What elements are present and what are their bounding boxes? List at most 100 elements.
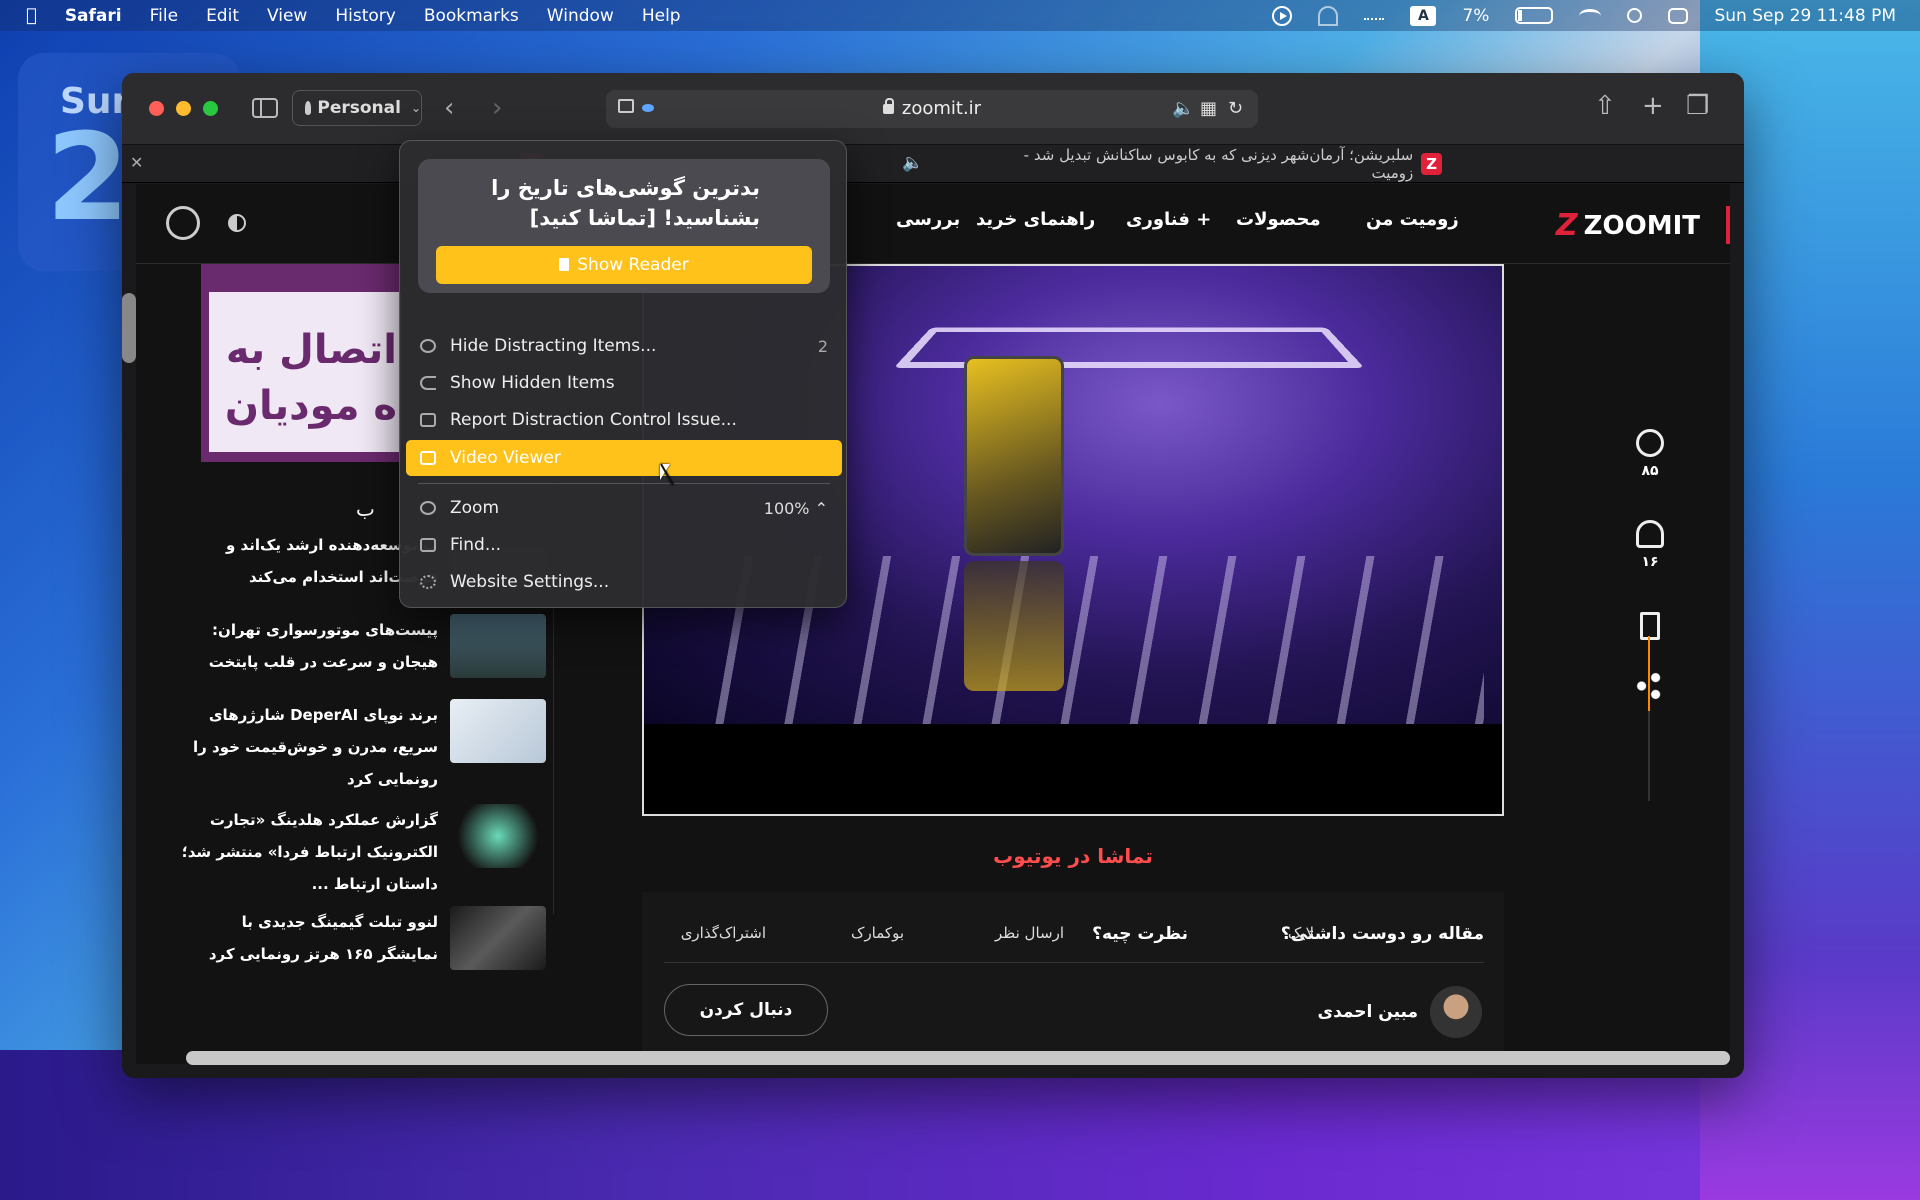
battery-icon[interactable]	[1515, 7, 1554, 24]
bookmark-button[interactable]: بوکمارک	[851, 924, 904, 942]
menu-count: 2	[817, 336, 828, 356]
news-item[interactable]: لنوو تبلت گیمینگ جدیدی با نمایشگر ۱۶۵ هر…	[176, 906, 546, 986]
tab-bar: ✕ Z یت 🔈 Z سلبریشن؛ آرمان‌شهر دیزنی که ب…	[122, 145, 1744, 183]
nav-buying-guide[interactable]: راهنمای خرید	[976, 209, 1095, 230]
share-button[interactable]: اشتراک‌گذاری	[681, 924, 766, 942]
send-comment-button[interactable]: ارسال نظر	[995, 924, 1064, 942]
news-item[interactable]: پیست‌های موتورسواری تهران: هیجان و سرعت …	[176, 614, 546, 694]
menu-show-hidden[interactable]: Show Hidden Items	[406, 365, 842, 401]
video-phone-reflection	[964, 561, 1064, 691]
address-bar[interactable]: zoomit.ir 🔈 ▦ ↻	[606, 90, 1258, 128]
brand-accent-bar	[1726, 206, 1730, 244]
now-playing-icon[interactable]	[1272, 5, 1293, 26]
menu-bookmarks[interactable]: Bookmarks	[424, 6, 519, 26]
share-rail-button[interactable]	[1630, 672, 1670, 700]
reading-progress	[1648, 636, 1650, 801]
back-icon[interactable]: ‹	[444, 93, 454, 123]
menu-report-issue[interactable]: Report Distraction Control Issue...	[406, 402, 842, 438]
site-logo[interactable]: Z ZOOMIT	[1556, 208, 1700, 243]
airdrop-icon[interactable]	[1318, 5, 1339, 26]
menu-video-viewer[interactable]: Video Viewer	[406, 440, 842, 476]
new-tab-icon[interactable]: +	[1642, 91, 1664, 121]
share-icon[interactable]: ⇧	[1594, 91, 1616, 121]
nav-reviews[interactable]: بررسی	[896, 209, 960, 230]
watch-on-youtube-link[interactable]: تماشا در یوتیوب	[642, 844, 1504, 868]
logo-z-icon: Z	[1555, 208, 1578, 243]
menu-window[interactable]: Window	[547, 6, 614, 26]
reload-icon[interactable]: ↻	[1228, 98, 1243, 119]
spotlight-icon[interactable]	[1627, 8, 1643, 23]
menu-find[interactable]: Find...	[406, 527, 842, 563]
menu-label: Website Settings...	[450, 572, 610, 592]
author-block[interactable]: مبین احمدی	[1318, 986, 1482, 1038]
likes-counter[interactable]: ۱۶	[1630, 520, 1670, 570]
reaction-row: مقاله رو دوست داشتی؟ لایک نظرت چیه؟ ارسا…	[664, 924, 1484, 954]
undo-icon	[420, 376, 436, 390]
ad-inner: اتصال به ه مودیان	[209, 292, 401, 452]
menu-zoom[interactable]: Zoom 100% ⌃	[406, 490, 842, 526]
url-label: zoomit.ir	[901, 98, 982, 119]
nav-my-zoomit[interactable]: زومیت من	[1366, 209, 1459, 230]
menu-help[interactable]: Help	[642, 6, 681, 26]
sidebar-icon[interactable]	[252, 98, 278, 118]
speaker-icon[interactable]: 🔈	[1172, 98, 1194, 119]
menu-history[interactable]: History	[335, 6, 395, 26]
account-icon[interactable]	[166, 206, 200, 240]
menu-hide-distracting[interactable]: Hide Distracting Items... 2	[406, 328, 842, 364]
tab-overview-icon[interactable]: ❐	[1686, 91, 1709, 121]
minimize-window-button[interactable]	[176, 101, 191, 116]
translate-icon[interactable]: ▦	[1200, 98, 1217, 119]
wifi-icon[interactable]	[1579, 8, 1602, 23]
safari-window: Personal ⌄ ‹ › zoomit.ir 🔈 ▦ ↻ ⇧ + ❐ ✕ Z…	[122, 73, 1744, 1078]
comment-icon	[1636, 429, 1664, 457]
ad-text: اتصال به ه مودیان	[224, 327, 397, 429]
clock[interactable]: Sun Sep 29 11:48 PM	[1714, 6, 1896, 26]
control-center-icon[interactable]	[1668, 7, 1689, 24]
news-item[interactable]: گزارش عملکرد هلدینگ «تجارت الکترونیک ارت…	[176, 804, 546, 894]
like-button[interactable]: لایک	[1288, 924, 1314, 942]
theme-toggle-icon[interactable]	[228, 214, 246, 232]
zoom-icon	[420, 501, 436, 515]
menu-app-name[interactable]: Safari	[65, 6, 122, 26]
tab-audio-icon[interactable]: 🔈	[902, 153, 923, 173]
vertical-scrollbar[interactable]	[122, 293, 136, 363]
nav-products[interactable]: محصولات	[1236, 209, 1321, 230]
opinion-question: نظرت چیه؟	[1092, 924, 1188, 944]
horizontal-scrollbar[interactable]	[186, 1051, 1730, 1065]
zoom-window-button[interactable]	[203, 101, 218, 116]
forward-icon[interactable]: ›	[492, 93, 502, 123]
sidebar-heading: ب	[356, 497, 375, 521]
activity-icon[interactable]	[1364, 17, 1385, 24]
input-source-icon[interactable]: A	[1410, 5, 1437, 26]
menu-label: Video Viewer	[450, 448, 561, 468]
tab-favicon: Z	[1421, 153, 1442, 175]
menu-edit[interactable]: Edit	[206, 6, 239, 26]
footer-divider	[664, 962, 1484, 963]
chevron-down-icon: ⌄	[410, 101, 421, 115]
find-icon	[420, 538, 436, 552]
article-footer: مقاله رو دوست داشتی؟ لایک نظرت چیه؟ ارسا…	[642, 892, 1504, 1062]
tab-active[interactable]: Z سلبریشن؛ آرمان‌شهر دیزنی که به کابوس س…	[1002, 145, 1442, 183]
news-item[interactable]: برند نوپای DeperAI شارژرهای سریع، مدرن و…	[176, 699, 546, 789]
bookmark-rail-button[interactable]	[1630, 612, 1670, 640]
show-reader-label: Show Reader	[577, 255, 689, 275]
likes-count: ۱۶	[1641, 554, 1659, 570]
close-window-button[interactable]	[149, 101, 164, 116]
video-phone	[964, 356, 1064, 556]
gear-icon	[420, 575, 436, 589]
menu-file[interactable]: File	[150, 6, 178, 26]
close-tab-icon[interactable]: ✕	[130, 153, 143, 172]
zoom-value[interactable]: 100% ⌃	[764, 499, 828, 518]
nav-tech[interactable]: + فناوری	[1126, 209, 1211, 230]
site-header: زومیت من محصولات + فناوری راهنمای خرید ب…	[136, 184, 1730, 264]
comments-counter[interactable]: ۸۵	[1630, 429, 1670, 479]
menu-view[interactable]: View	[267, 6, 307, 26]
menu-website-settings[interactable]: Website Settings...	[406, 564, 842, 600]
sidebar-ad[interactable]: اتصال به ه مودیان	[201, 264, 401, 462]
profile-button[interactable]: Personal ⌄	[292, 90, 422, 126]
follow-button[interactable]: دنبال کردن	[664, 984, 828, 1036]
apple-menu-icon[interactable]: 	[26, 5, 37, 26]
show-reader-button[interactable]: Show Reader	[436, 246, 812, 284]
mouse-cursor	[660, 464, 670, 480]
url-text[interactable]: zoomit.ir	[606, 90, 1258, 128]
